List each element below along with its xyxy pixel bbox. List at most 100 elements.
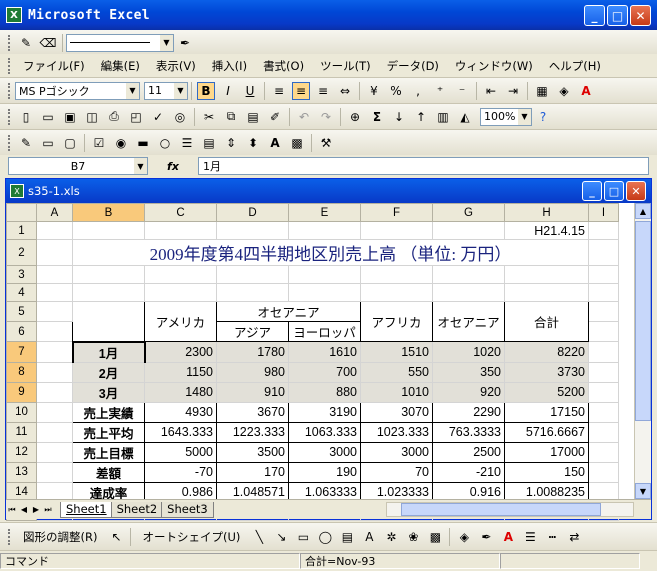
cell[interactable]	[36, 301, 73, 322]
draw-adjust-menu[interactable]: 図形の調整(R)	[15, 527, 105, 547]
row-header[interactable]: 3	[6, 265, 37, 284]
menu-view[interactable]: 表示(V)	[148, 56, 204, 76]
open-folder-icon[interactable]: ▭	[39, 108, 57, 126]
cell[interactable]	[588, 401, 619, 423]
currency-icon[interactable]: ¥	[365, 82, 383, 100]
toolbar-grip[interactable]	[8, 82, 11, 99]
fx-icon[interactable]: fx	[148, 160, 198, 173]
cell[interactable]	[36, 421, 73, 443]
line-style-dropdown[interactable]: ▼	[66, 33, 174, 52]
header-oceania-group[interactable]: オセアニア	[216, 301, 361, 322]
cell[interactable]	[36, 265, 73, 284]
column-header[interactable]: C	[144, 203, 217, 222]
column-header[interactable]: G	[432, 203, 505, 222]
clipart-icon[interactable]: ❀	[404, 528, 422, 546]
summary-label-cell[interactable]: 差額	[72, 461, 145, 483]
data-cell[interactable]: 2300	[144, 341, 217, 363]
cell[interactable]	[288, 265, 361, 284]
diagram-icon[interactable]: ✲	[382, 528, 400, 546]
cut-icon[interactable]: ✂	[200, 108, 218, 126]
font-color-icon[interactable]: A	[577, 82, 595, 100]
header-america[interactable]: アメリカ	[144, 301, 217, 342]
summary-cell[interactable]: 763.3333	[432, 421, 505, 443]
column-header[interactable]: A	[36, 203, 73, 222]
tab-sheet3[interactable]: Sheet3	[161, 501, 214, 518]
summary-cell[interactable]: -70	[144, 461, 217, 483]
fill-color-icon[interactable]: ◈	[555, 82, 573, 100]
select-pointer-icon[interactable]: ↖	[107, 528, 125, 546]
header-total[interactable]: 合計	[504, 301, 589, 342]
summary-cell[interactable]: 3500	[216, 441, 289, 463]
cell[interactable]	[36, 341, 73, 363]
data-cell[interactable]: 1150	[144, 361, 217, 383]
font-name-dropdown[interactable]: MS Pゴシック ▼	[15, 81, 140, 100]
header-africa[interactable]: アフリカ	[360, 301, 433, 342]
cell[interactable]	[216, 221, 289, 240]
arrow-style-icon[interactable]: ⇄	[565, 528, 583, 546]
scroll-thumb[interactable]	[635, 221, 651, 421]
underline-button[interactable]: U	[241, 82, 259, 100]
hyperlink-icon[interactable]: ⊕	[346, 108, 364, 126]
row-header[interactable]: 12	[6, 441, 37, 463]
drawing-icon[interactable]: ◭	[456, 108, 474, 126]
toolbar-grip[interactable]	[8, 134, 11, 151]
summary-cell[interactable]: 150	[504, 461, 589, 483]
cell[interactable]	[144, 265, 217, 284]
name-box[interactable]: B7 ▼	[8, 157, 148, 175]
summary-label-cell[interactable]: 売上目標	[72, 441, 145, 463]
line-style-icon[interactable]: ☰	[521, 528, 539, 546]
menu-file[interactable]: ファイル(F)	[15, 56, 93, 76]
header-asia[interactable]: アジア	[216, 321, 289, 342]
menu-data[interactable]: データ(D)	[379, 56, 447, 76]
sort-descending-icon[interactable]: ↑	[412, 108, 430, 126]
header-europe[interactable]: ヨーロッパ	[288, 321, 361, 342]
column-header[interactable]: H	[504, 203, 589, 222]
next-sheet-icon[interactable]: ▶	[30, 505, 42, 514]
last-sheet-icon[interactable]: ⏭	[42, 505, 54, 515]
month-label-cell[interactable]: 3月	[72, 381, 145, 403]
cell[interactable]	[588, 421, 619, 443]
cell[interactable]	[36, 361, 73, 383]
arrow-icon[interactable]: ↘	[272, 528, 290, 546]
help-icon[interactable]: ?	[534, 108, 552, 126]
month-label-cell[interactable]: 2月	[72, 361, 145, 383]
picture-icon[interactable]: ▩	[426, 528, 444, 546]
redo-icon[interactable]: ↷	[317, 108, 335, 126]
menu-insert[interactable]: 挿入(I)	[204, 56, 255, 76]
summary-cell[interactable]: 3190	[288, 401, 361, 423]
menu-format[interactable]: 書式(O)	[255, 56, 312, 76]
data-cell[interactable]: 700	[288, 361, 361, 383]
cell[interactable]	[588, 301, 619, 322]
wb-minimize-button[interactable]: _	[582, 181, 602, 201]
toolbar-grip[interactable]	[8, 34, 11, 51]
cell[interactable]	[36, 401, 73, 423]
row-header[interactable]: 1	[6, 221, 37, 240]
minimize-button[interactable]: _	[584, 5, 605, 26]
close-button[interactable]: ✕	[630, 5, 651, 26]
column-header[interactable]: E	[288, 203, 361, 222]
oval-icon[interactable]: ◯	[316, 528, 334, 546]
data-cell[interactable]: 1510	[360, 341, 433, 363]
summary-cell[interactable]: -210	[432, 461, 505, 483]
align-right-icon[interactable]: ≡	[314, 82, 332, 100]
spelling-icon[interactable]: ✓	[149, 108, 167, 126]
chevron-down-icon[interactable]: ▼	[518, 108, 531, 125]
summary-cell[interactable]: 1223.333	[216, 421, 289, 443]
cell[interactable]	[588, 461, 619, 483]
decrease-decimal-icon[interactable]: ⁻	[453, 82, 471, 100]
autosum-icon[interactable]: Σ	[368, 108, 386, 126]
chevron-down-icon[interactable]: ▼	[174, 82, 187, 99]
summary-cell[interactable]: 2500	[432, 441, 505, 463]
column-header[interactable]: F	[360, 203, 433, 222]
text-icon[interactable]: A	[266, 134, 284, 152]
tab-sheet2[interactable]: Sheet2	[110, 501, 164, 518]
wb-restore-button[interactable]: □	[604, 181, 624, 201]
align-left-icon[interactable]: ≡	[270, 82, 288, 100]
summary-cell[interactable]: 1643.333	[144, 421, 217, 443]
align-center-icon[interactable]: ≡	[292, 81, 310, 100]
cell[interactable]	[588, 441, 619, 463]
summary-label-cell[interactable]: 売上平均	[72, 421, 145, 443]
data-cell[interactable]: 910	[216, 381, 289, 403]
cell[interactable]	[36, 283, 73, 302]
row-header[interactable]: 9	[6, 381, 37, 403]
